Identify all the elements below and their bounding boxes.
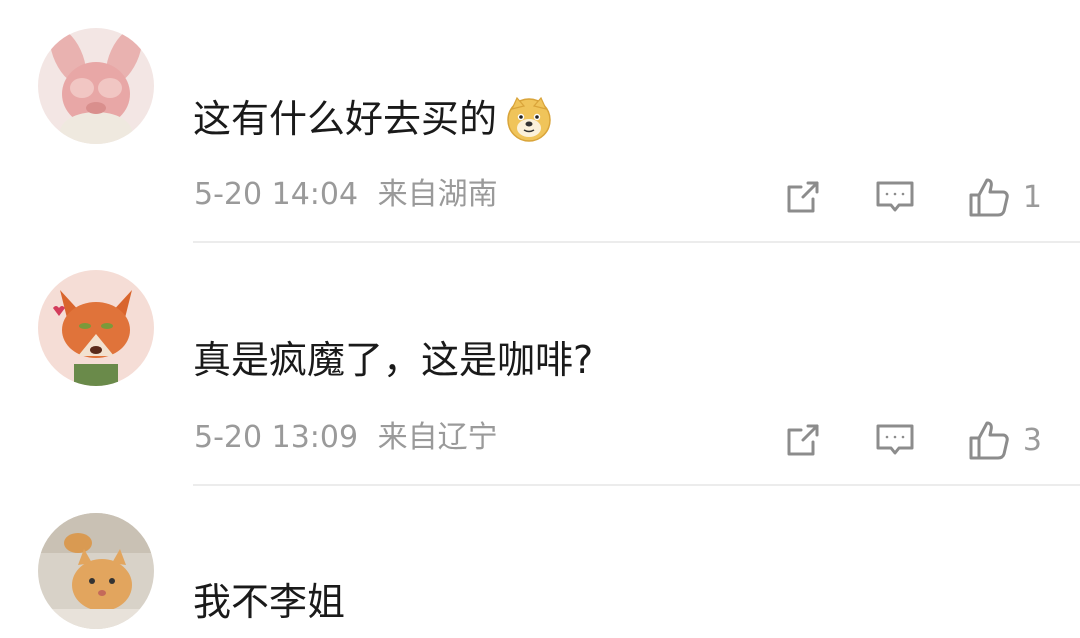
doge-emoji-icon bbox=[505, 95, 553, 143]
avatar[interactable] bbox=[38, 270, 154, 386]
divider bbox=[193, 241, 1080, 243]
comment-actions: 3 bbox=[783, 418, 1042, 462]
comment-actions: 1 bbox=[783, 175, 1042, 219]
reply-button[interactable] bbox=[875, 420, 915, 460]
reply-button[interactable] bbox=[875, 177, 915, 217]
divider bbox=[193, 484, 1080, 486]
like-count: 1 bbox=[1022, 179, 1042, 215]
like-count: 3 bbox=[1022, 422, 1042, 458]
share-icon bbox=[783, 420, 823, 460]
comment-icon bbox=[875, 177, 915, 217]
comment-meta: 5-20 14:04 来自湖南 bbox=[194, 178, 498, 212]
like-icon bbox=[967, 418, 1011, 462]
comment-text-content: 真是疯魔了，这是咖啡? bbox=[193, 338, 594, 382]
share-button[interactable] bbox=[783, 177, 823, 217]
avatar[interactable] bbox=[38, 28, 154, 144]
share-icon bbox=[783, 177, 823, 217]
comment-icon bbox=[875, 420, 915, 460]
avatar[interactable] bbox=[38, 513, 154, 629]
comment-location: 来自湖南 bbox=[377, 177, 498, 212]
like-icon bbox=[967, 175, 1011, 219]
comment-time: 5-20 13:09 bbox=[194, 420, 359, 455]
comment-text: 真是疯魔了，这是咖啡? bbox=[193, 338, 593, 382]
comment-location: 来自辽宁 bbox=[377, 420, 498, 455]
comment-text: 我不李姐 bbox=[193, 580, 345, 624]
like-button[interactable]: 1 bbox=[967, 175, 1042, 219]
comment-meta: 5-20 13:09 来自辽宁 bbox=[194, 421, 498, 455]
like-button[interactable]: 3 bbox=[967, 418, 1042, 462]
comment-text-content: 这有什么好去买的 bbox=[193, 97, 498, 141]
comment-time: 5-20 14:04 bbox=[194, 177, 359, 212]
comment-text: 这有什么好去买的 bbox=[193, 95, 553, 143]
comment-text-content: 我不李姐 bbox=[193, 580, 346, 624]
share-button[interactable] bbox=[783, 420, 823, 460]
